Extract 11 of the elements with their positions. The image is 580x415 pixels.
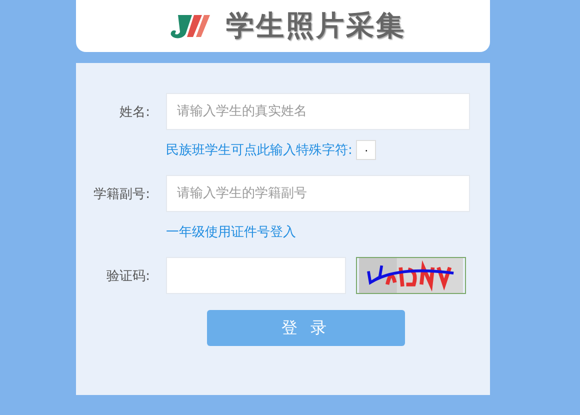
field-label: 学籍副号: (92, 186, 150, 202)
captcha-field[interactable] (166, 257, 346, 294)
field-label: 验证码: (106, 268, 150, 284)
special-link[interactable]: 一年级使用证件号登入 (166, 223, 296, 241)
input-field[interactable]: 请输入学生的学籍副号 (166, 175, 470, 212)
character-button[interactable]: · (356, 140, 376, 160)
input-field[interactable]: 请输入学生的真实姓名 (166, 93, 470, 130)
field-label: 姓名: (118, 104, 150, 120)
login-button[interactable]: 登 录 (207, 310, 405, 346)
special-link[interactable]: 民族班学生可点此输入特殊字符: (166, 141, 352, 159)
page-title: 学生照片采集 (226, 8, 406, 44)
